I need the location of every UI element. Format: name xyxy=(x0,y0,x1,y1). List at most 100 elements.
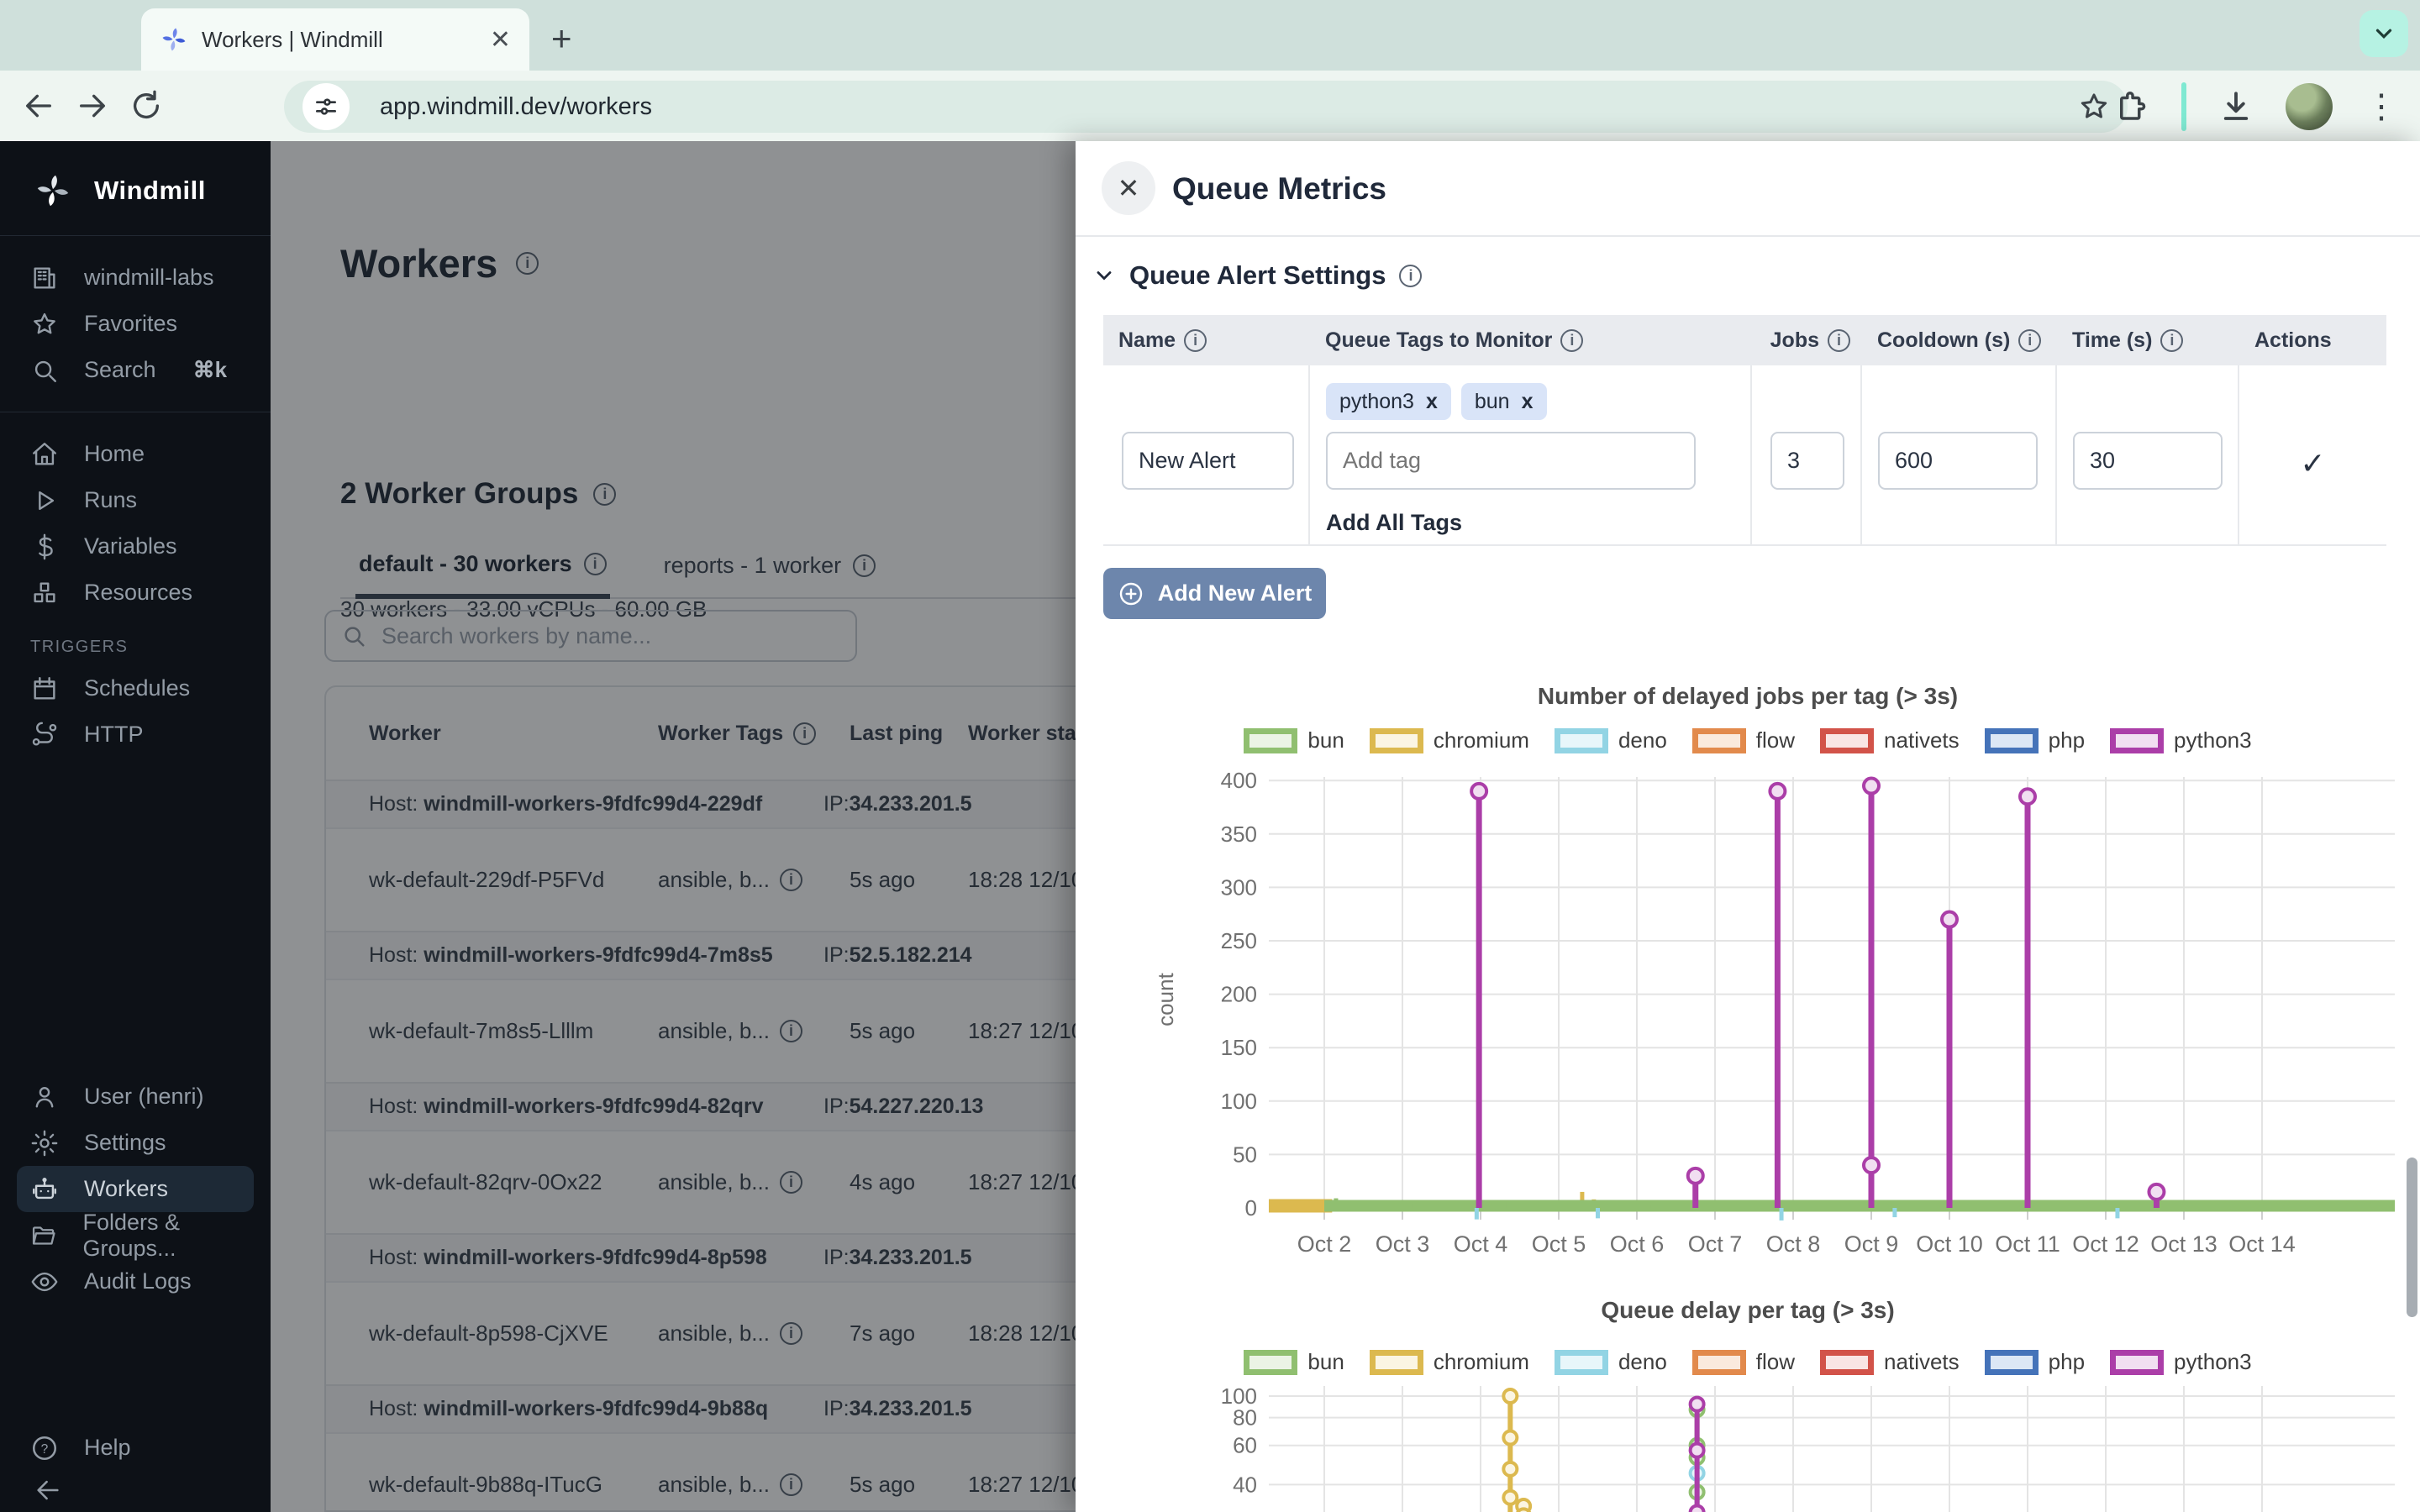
legend-item-chromium[interactable]: chromium xyxy=(1370,1349,1529,1375)
svg-text:250: 250 xyxy=(1221,928,1257,953)
info-icon[interactable]: i xyxy=(780,1322,802,1345)
reload-icon[interactable] xyxy=(119,89,173,123)
legend-label: python3 xyxy=(2174,1349,2252,1375)
info-icon[interactable]: i xyxy=(1399,265,1422,287)
info-icon[interactable]: i xyxy=(2160,329,2183,352)
sidebar-item-favorites[interactable]: Favorites xyxy=(0,301,271,347)
sidebar-item-search[interactable]: Search⌘k xyxy=(0,347,271,393)
sidebar-brand[interactable]: Windmill xyxy=(0,141,271,235)
queue-alert-settings-toggle[interactable]: Queue Alert Settings i xyxy=(1092,260,1422,291)
back-icon[interactable] xyxy=(12,89,66,123)
info-icon[interactable]: i xyxy=(780,1473,802,1496)
gear-icon xyxy=(30,1129,59,1158)
windmill-favicon xyxy=(160,25,188,54)
sidebar-item-user-henri[interactable]: User (henri) xyxy=(0,1074,271,1120)
sidebar-item-resources[interactable]: Resources xyxy=(0,570,271,616)
sidebar-item-label: Help xyxy=(84,1435,131,1461)
info-icon[interactable]: i xyxy=(853,554,876,577)
sidebar-item-settings[interactable]: Settings xyxy=(0,1120,271,1166)
svg-text:Oct 5: Oct 5 xyxy=(1532,1231,1586,1257)
close-icon[interactable]: ✕ xyxy=(1102,161,1155,215)
info-icon[interactable]: i xyxy=(2018,329,2041,352)
sidebar-item-windmill-labs[interactable]: windmill-labs xyxy=(0,255,271,301)
profile-avatar[interactable] xyxy=(2286,83,2333,130)
forward-icon[interactable] xyxy=(66,89,119,123)
site-settings-icon[interactable] xyxy=(302,83,350,130)
tab-reports[interactable]: reports - 1 workeri xyxy=(660,538,880,597)
alert-name-input[interactable] xyxy=(1122,432,1294,490)
legend-swatch xyxy=(1555,1350,1608,1375)
tab-search-button[interactable] xyxy=(2360,10,2408,57)
legend-item-flow[interactable]: flow xyxy=(1692,1349,1795,1375)
tag-pill-python3[interactable]: python3x xyxy=(1326,383,1451,420)
cooldown-input[interactable] xyxy=(1878,432,2038,490)
host-label: Host: windmill-workers-9fdfc99d4-229df xyxy=(369,792,762,816)
svg-text:80: 80 xyxy=(1233,1405,1257,1431)
collapse-sidebar-icon[interactable] xyxy=(0,1471,271,1504)
info-icon[interactable]: i xyxy=(584,553,607,575)
legend-label: chromium xyxy=(1434,727,1529,753)
delayed-jobs-chart: 050100150200250300350400Oct 2Oct 3Oct 4O… xyxy=(1151,767,2420,1263)
svg-text:Oct 9: Oct 9 xyxy=(1844,1231,1899,1257)
confirm-check-icon[interactable]: ✓ xyxy=(2300,446,2325,481)
worker-search-input[interactable]: Search workers by name... xyxy=(324,610,857,662)
remove-tag-icon[interactable]: x xyxy=(1426,390,1438,414)
sidebar-item-label: Resources xyxy=(84,580,192,606)
add-tag-input[interactable] xyxy=(1326,432,1696,490)
info-icon[interactable]: i xyxy=(1560,329,1583,352)
sidebar-item-http[interactable]: HTTP xyxy=(0,711,271,758)
info-icon[interactable]: i xyxy=(1184,329,1207,352)
sidebar-item-runs[interactable]: Runs xyxy=(0,477,271,523)
sidebar-item-schedules[interactable]: Schedules xyxy=(0,665,271,711)
alert-tags-cell: python3xbunx + Add All Tags xyxy=(1310,365,1752,544)
sidebar-item-home[interactable]: Home xyxy=(0,431,271,477)
legend-swatch xyxy=(1244,728,1297,753)
legend-item-bun[interactable]: bun xyxy=(1244,727,1344,753)
legend-item-flow[interactable]: flow xyxy=(1692,727,1795,753)
tab-close-icon[interactable]: ✕ xyxy=(490,25,511,55)
legend-item-deno[interactable]: deno xyxy=(1555,727,1667,753)
info-icon[interactable]: i xyxy=(793,722,816,745)
legend-item-nativets[interactable]: nativets xyxy=(1820,727,1960,753)
sidebar-item-audit-logs[interactable]: Audit Logs xyxy=(0,1258,271,1305)
legend-item-php[interactable]: php xyxy=(1985,1349,2085,1375)
legend-item-python3[interactable]: python3 xyxy=(2110,1349,2252,1375)
sidebar-item-workers[interactable]: Workers xyxy=(17,1166,254,1212)
info-icon[interactable]: i xyxy=(516,252,539,275)
legend-item-nativets[interactable]: nativets xyxy=(1820,1349,1960,1375)
tab-default[interactable]: default - 30 workersi xyxy=(355,538,610,599)
jobs-input[interactable] xyxy=(1770,432,1844,490)
browser-menu-icon[interactable]: ⋮ xyxy=(2365,90,2398,123)
remove-tag-icon[interactable]: x xyxy=(1522,390,1534,414)
legend-swatch xyxy=(1555,728,1608,753)
info-icon[interactable]: i xyxy=(780,1171,802,1194)
time-input[interactable] xyxy=(2073,432,2223,490)
add-all-tags-link[interactable]: Add All Tags xyxy=(1326,510,1462,536)
legend-item-chromium[interactable]: chromium xyxy=(1370,727,1529,753)
info-icon[interactable]: i xyxy=(780,1020,802,1042)
downloads-icon[interactable] xyxy=(2218,89,2254,124)
sidebar-item-folders-groups[interactable]: Folders & Groups... xyxy=(0,1212,271,1258)
legend-item-deno[interactable]: deno xyxy=(1555,1349,1667,1375)
info-icon[interactable]: i xyxy=(593,483,616,506)
bookmark-star-icon[interactable] xyxy=(2077,90,2111,123)
sidebar-item-help[interactable]: ? Help xyxy=(0,1425,271,1471)
info-icon[interactable]: i xyxy=(1828,329,1850,352)
add-new-alert-button[interactable]: Add New Alert xyxy=(1103,568,1326,619)
sidebar-item-variables[interactable]: Variables xyxy=(0,523,271,570)
sidebar-item-label: Home xyxy=(84,441,145,467)
chevron-down-icon xyxy=(2371,21,2396,46)
queue-delay-chart-legend: bun chromium deno flow nativets php python3 xyxy=(1076,1349,2420,1375)
legend-item-python3[interactable]: python3 xyxy=(2110,727,2252,753)
legend-item-php[interactable]: php xyxy=(1985,727,2085,753)
legend-item-bun[interactable]: bun xyxy=(1244,1349,1344,1375)
tag-pill-bun[interactable]: bunx xyxy=(1461,383,1547,420)
url-bar[interactable]: app.windmill.dev/workers xyxy=(284,81,2128,133)
browser-tab[interactable]: Workers | Windmill ✕ xyxy=(141,8,529,71)
extensions-icon[interactable] xyxy=(2114,89,2149,124)
drawer-scrollbar[interactable] xyxy=(2407,1158,2417,1317)
info-icon[interactable]: i xyxy=(780,869,802,891)
home-icon xyxy=(30,440,59,469)
new-tab-icon[interactable]: + xyxy=(551,18,572,59)
play-icon xyxy=(30,486,59,515)
